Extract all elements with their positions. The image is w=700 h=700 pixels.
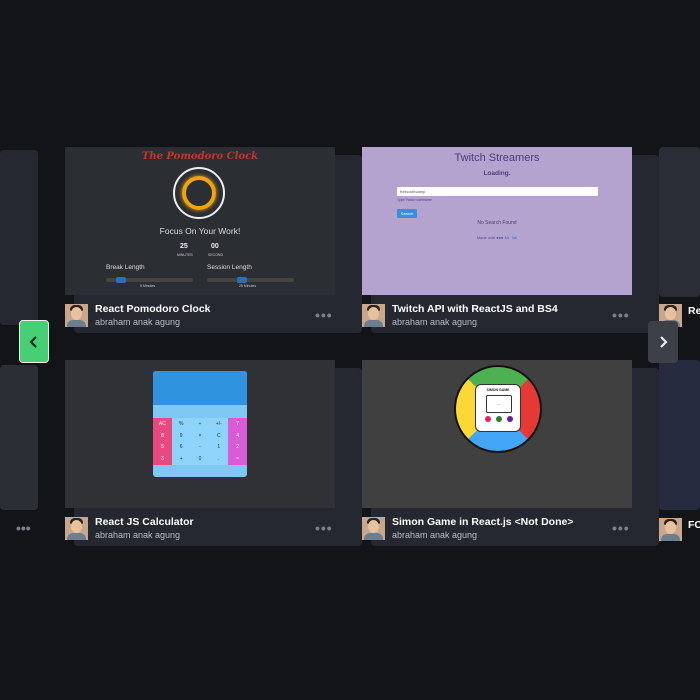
card-meta: Simon Game in React.js <Not Done> abraha… — [362, 515, 632, 545]
calculator-key[interactable]: × — [190, 429, 210, 442]
project-card-calculator[interactable]: AC% ÷ +/- 7 8 9 × C 4 5 6-1 2 3 +0. = React JS Calcula… — [65, 360, 362, 560]
chevron-left-icon — [29, 335, 37, 348]
simon-count-display: -- — [486, 395, 512, 413]
calculator-key[interactable]: % — [171, 418, 191, 430]
calculator-display — [153, 371, 247, 405]
session-length-label: Session Length — [207, 264, 252, 271]
partial-card-right-bottom[interactable] — [659, 360, 700, 510]
more-dots-icon[interactable]: ••• — [315, 307, 333, 323]
simon-board: SIMON GAME -- — [454, 365, 542, 453]
calculator-key[interactable]: 9 — [171, 429, 191, 442]
simon-start-button[interactable] — [485, 416, 491, 422]
calculator-key[interactable]: 4 — [228, 429, 247, 442]
card-preview[interactable]: The Pomodoro Clock Focus On Your Work! 2… — [65, 147, 335, 295]
partial-more-dots[interactable]: ••• — [16, 520, 31, 536]
timer-minutes-label: MINUTES — [177, 253, 193, 257]
calculator-keys: AC% ÷ +/- 7 8 9 × C 4 5 6-1 2 3 +0. = — [153, 418, 247, 477]
username-input[interactable]: freecodecamp — [397, 187, 598, 196]
search-button[interactable]: Search — [397, 209, 417, 218]
card-preview[interactable]: SIMON GAME -- — [362, 360, 632, 508]
preview-footer: Made with ●●● Mr. Tali — [362, 235, 632, 240]
more-dots-icon[interactable]: ••• — [315, 520, 333, 536]
partial-title-right-top: Re — [688, 305, 700, 317]
calculator-key[interactable]: 8 — [153, 429, 172, 442]
partial-title-right-bottom: FC — [688, 519, 700, 531]
calculator-key[interactable]: . — [209, 453, 229, 466]
calculator-key[interactable]: AC — [153, 418, 172, 430]
preview-heading: Twitch Streamers — [454, 152, 540, 164]
card-preview[interactable]: Twitch Streamers Loading. freecodecamp T… — [362, 147, 632, 295]
calculator-body: AC% ÷ +/- 7 8 9 × C 4 5 6-1 2 3 +0. = — [153, 371, 247, 477]
card-title[interactable]: Simon Game in React.js <Not Done> — [392, 516, 573, 528]
timer-minutes: 25 — [180, 243, 188, 250]
timer-seconds: 00 — [211, 243, 219, 250]
username-hint: Type Twitch username — [397, 198, 432, 202]
card-title[interactable]: React Pomodoro Clock — [95, 303, 211, 315]
simon-strict-button[interactable] — [496, 416, 502, 422]
card-author[interactable]: abraham anak agung — [392, 317, 477, 327]
break-length-label: Break Length — [106, 264, 145, 271]
partial-card-left-bottom[interactable] — [0, 365, 38, 510]
calculator-key[interactable]: C — [209, 429, 229, 442]
chevron-right-icon — [660, 336, 668, 348]
project-card-pomodoro[interactable]: The Pomodoro Clock Focus On Your Work! 2… — [65, 147, 362, 347]
project-card-twitch[interactable]: Twitch Streamers Loading. freecodecamp T… — [362, 147, 659, 347]
calculator-key[interactable]: 2 — [228, 441, 247, 454]
break-value: 5 Minutes — [140, 284, 156, 288]
calculator-key[interactable]: 7 — [228, 418, 247, 430]
simon-brand: SIMON GAME — [486, 388, 510, 392]
session-slider[interactable] — [207, 277, 294, 283]
partial-card-right-top[interactable] — [659, 147, 700, 297]
avatar[interactable] — [362, 304, 385, 327]
calculator-key[interactable]: + — [171, 453, 191, 466]
calculator-key[interactable]: +/- — [209, 418, 229, 430]
card-author[interactable]: abraham anak agung — [95, 317, 180, 327]
card-author[interactable]: abraham anak agung — [95, 530, 180, 540]
card-title[interactable]: Twitch API with ReactJS and BS4 — [392, 303, 558, 315]
calculator-key[interactable]: - — [190, 441, 210, 454]
heart-icon: ●●● — [496, 235, 504, 240]
more-dots-icon[interactable]: ••• — [612, 307, 630, 323]
avatar[interactable] — [65, 517, 88, 540]
calculator-key[interactable]: 3 — [153, 453, 172, 466]
calculator-key[interactable]: 5 — [153, 441, 172, 454]
more-dots-icon[interactable]: ••• — [612, 520, 630, 536]
simon-center: SIMON GAME -- — [475, 384, 521, 432]
simon-power-button[interactable] — [507, 416, 513, 422]
footer-author[interactable]: Mr. Tali — [505, 235, 518, 240]
avatar[interactable] — [362, 517, 385, 540]
session-value: 25 Minutes — [239, 284, 257, 288]
card-author[interactable]: abraham anak agung — [392, 530, 477, 540]
calculator-key[interactable]: 6 — [171, 441, 191, 454]
card-meta: React JS Calculator abraham anak agung •… — [65, 515, 335, 545]
break-slider[interactable] — [106, 277, 193, 283]
avatar[interactable] — [65, 304, 88, 327]
calculator-key[interactable]: 0 — [190, 453, 210, 466]
empty-state-text: No Search Found — [477, 220, 517, 226]
calculator-key[interactable]: ÷ — [190, 418, 210, 430]
preview-heading: The Pomodoro Clock — [141, 151, 259, 162]
partial-avatar-right-bottom — [659, 518, 682, 541]
partial-card-left-top[interactable] — [0, 150, 38, 325]
footer-prefix: Made with — [476, 235, 496, 240]
timer-seconds-label: SECOND — [208, 253, 223, 257]
calculator-key[interactable]: = — [228, 453, 247, 466]
preview-status: Loading. — [483, 170, 511, 177]
card-meta: Twitch API with ReactJS and BS4 abraham … — [362, 302, 632, 332]
card-preview[interactable]: AC% ÷ +/- 7 8 9 × C 4 5 6-1 2 3 +0. = — [65, 360, 335, 508]
preview-focus-text: Focus On Your Work! — [159, 226, 241, 236]
carousel-next-button[interactable] — [648, 321, 678, 363]
timer-ring — [173, 167, 225, 219]
carousel-prev-button[interactable] — [19, 320, 49, 363]
calculator-key[interactable]: 1 — [209, 441, 229, 454]
card-meta: React Pomodoro Clock abraham anak agung … — [65, 302, 335, 332]
project-card-simon[interactable]: SIMON GAME -- Simon Game in React.js <No… — [362, 360, 659, 560]
card-title[interactable]: React JS Calculator — [95, 516, 194, 528]
